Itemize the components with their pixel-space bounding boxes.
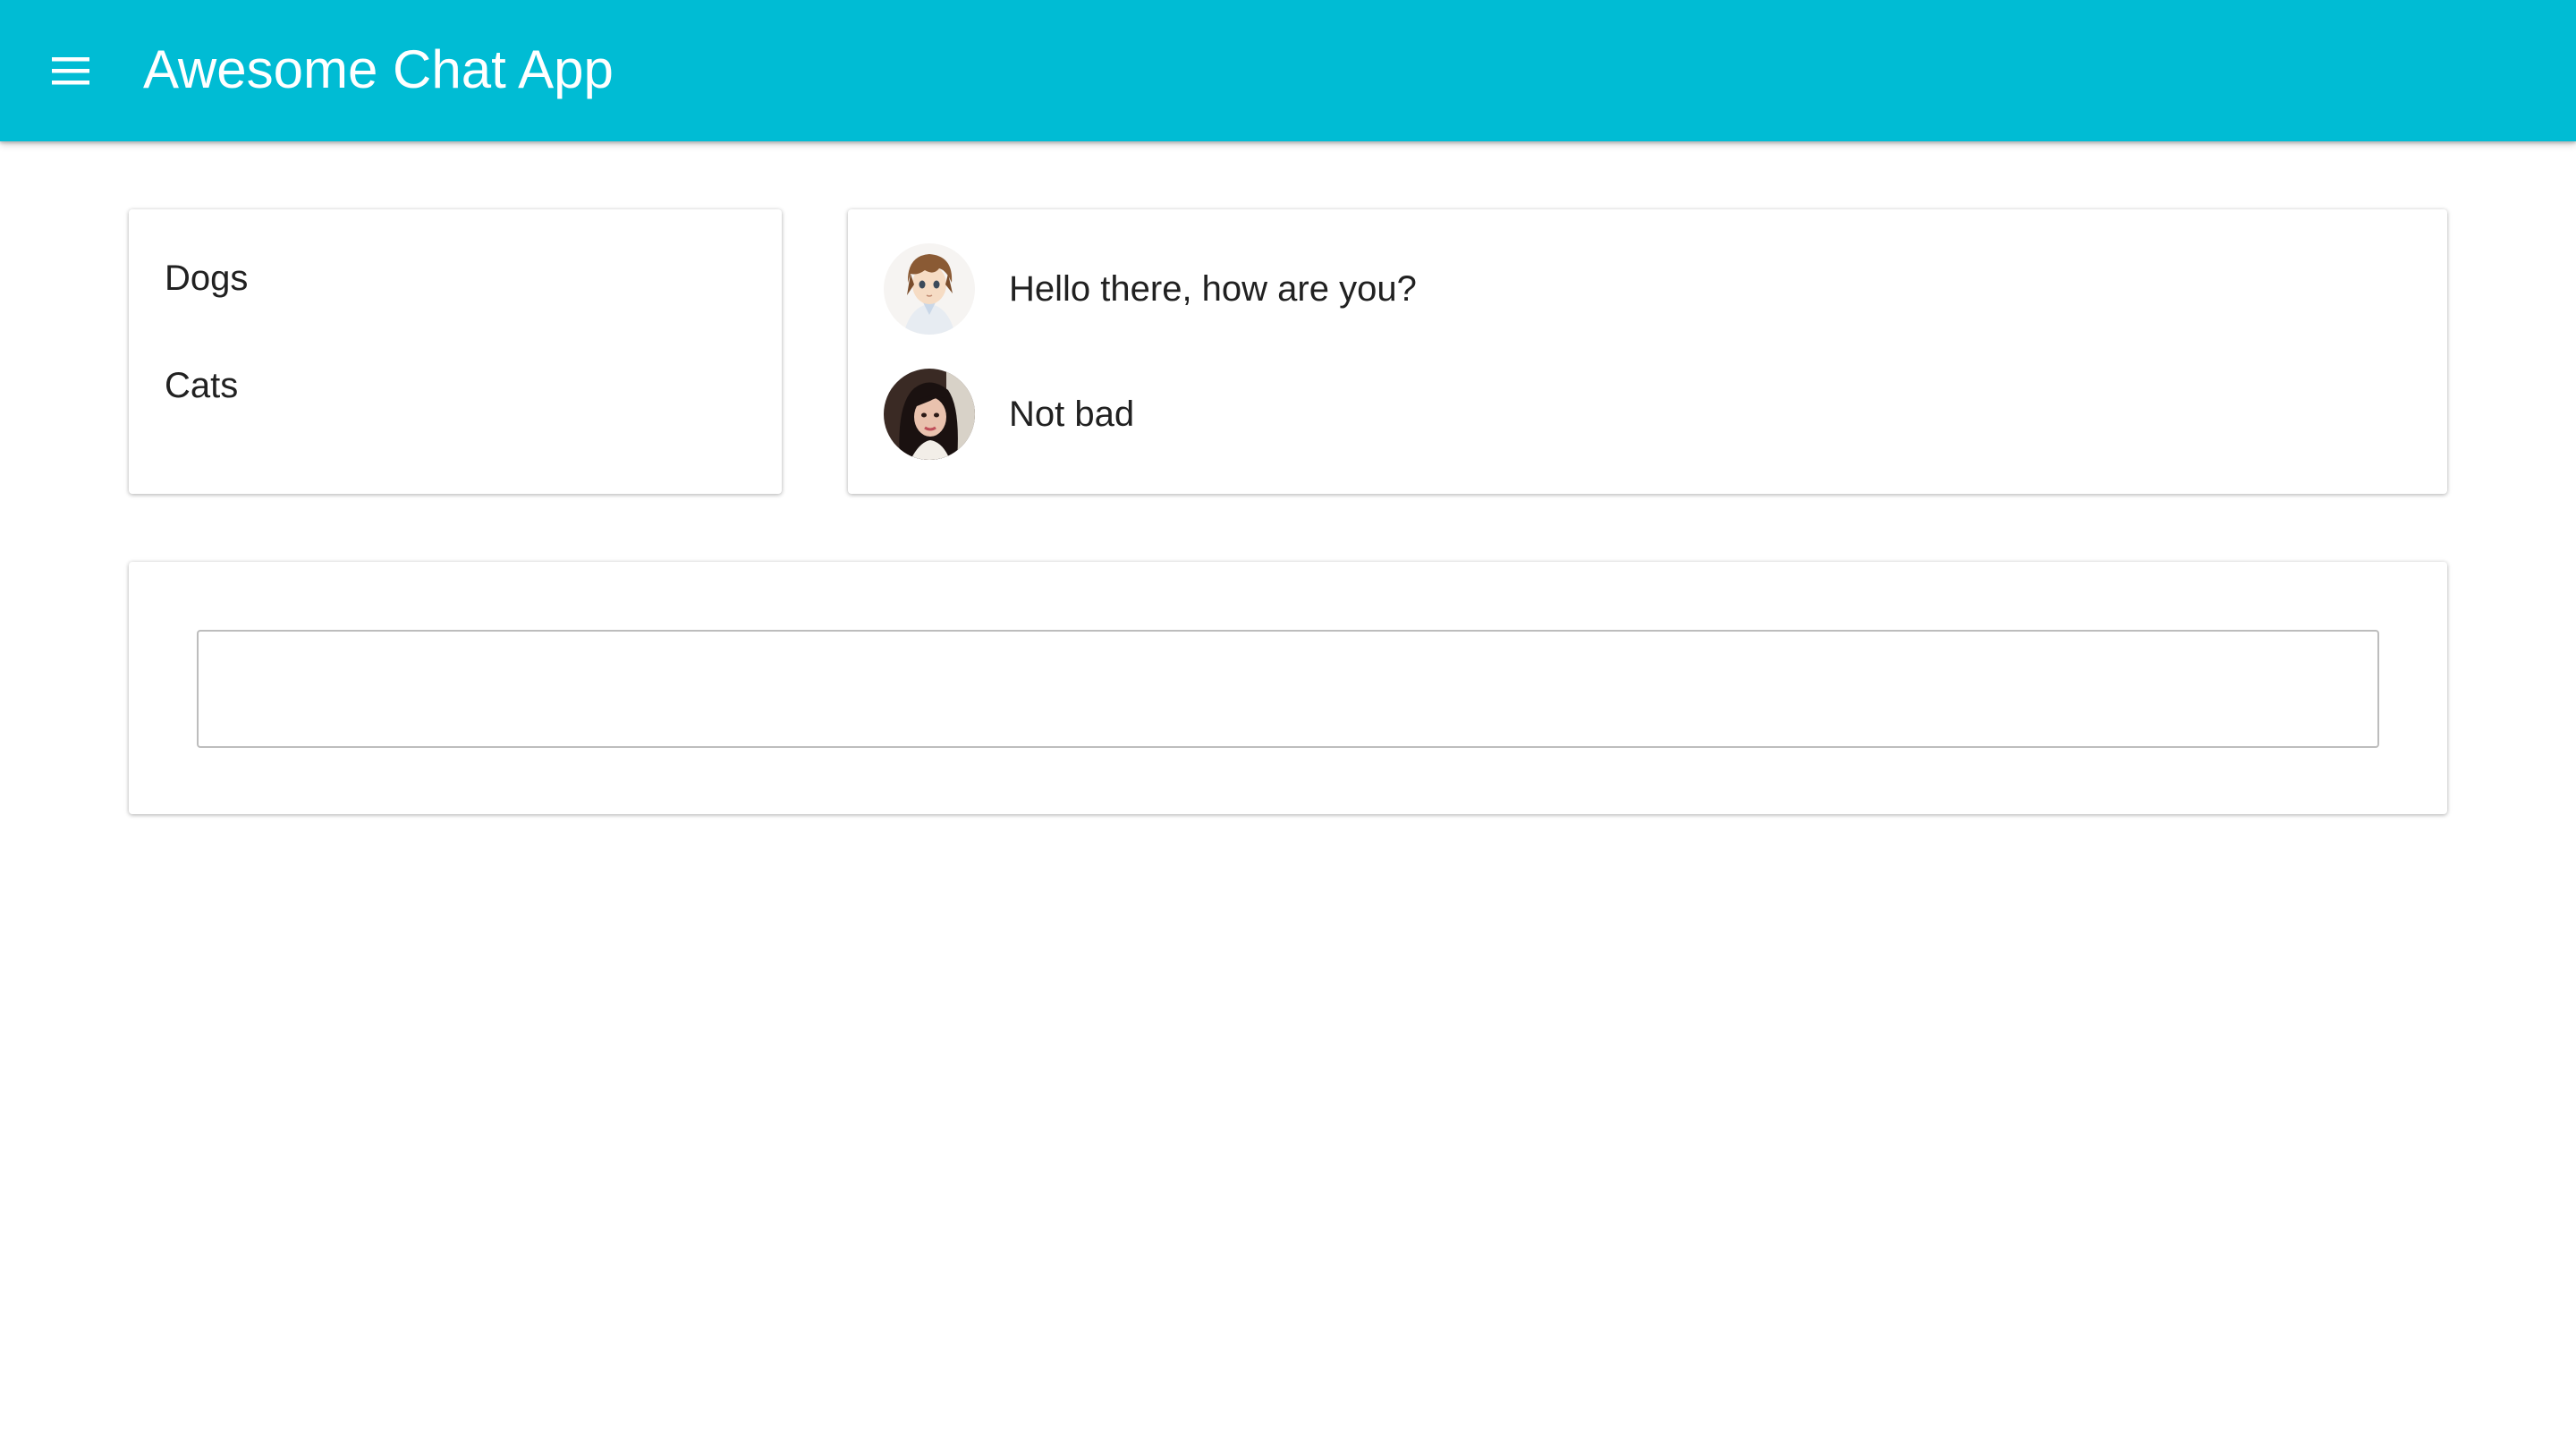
message-text: Not bad (1009, 395, 1135, 434)
message-item: Hello there, how are you? (884, 243, 2404, 336)
channel-item-dogs[interactable]: Dogs (165, 256, 248, 301)
app-bar: Awesome Chat App (0, 0, 2576, 141)
compose-card (129, 562, 2447, 814)
menu-button[interactable] (39, 40, 102, 101)
messages-card: Hello there, how are you? Not bad (848, 209, 2447, 494)
menu-icon (52, 57, 89, 85)
woman-avatar (884, 369, 975, 460)
channel-item-cats[interactable]: Cats (165, 363, 238, 408)
woman-avatar-image (884, 369, 975, 460)
app-title: Awesome Chat App (143, 39, 614, 99)
message-text: Hello there, how are you? (1009, 269, 1417, 309)
message-item: Not bad (884, 369, 2404, 462)
message-input[interactable] (197, 630, 2379, 748)
channels-card: Dogs Cats (129, 209, 782, 494)
anime-boy-avatar (884, 243, 975, 335)
anime-boy-avatar-image (884, 243, 975, 335)
